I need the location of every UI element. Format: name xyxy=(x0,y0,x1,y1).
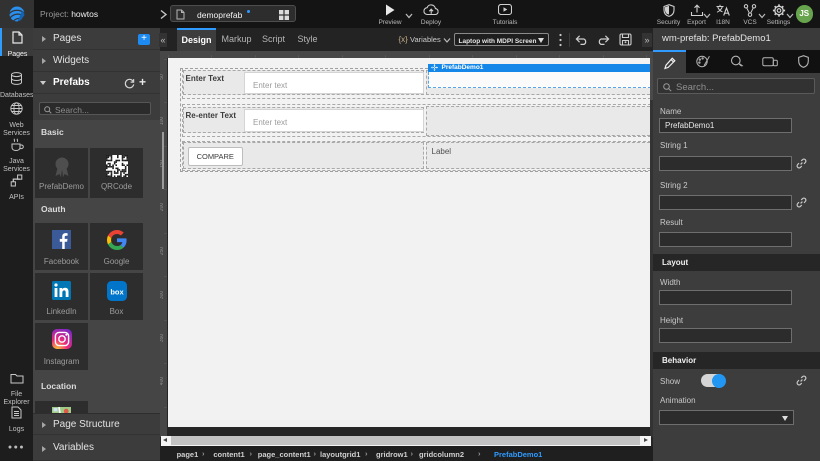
svg-text:box: box xyxy=(110,287,124,296)
